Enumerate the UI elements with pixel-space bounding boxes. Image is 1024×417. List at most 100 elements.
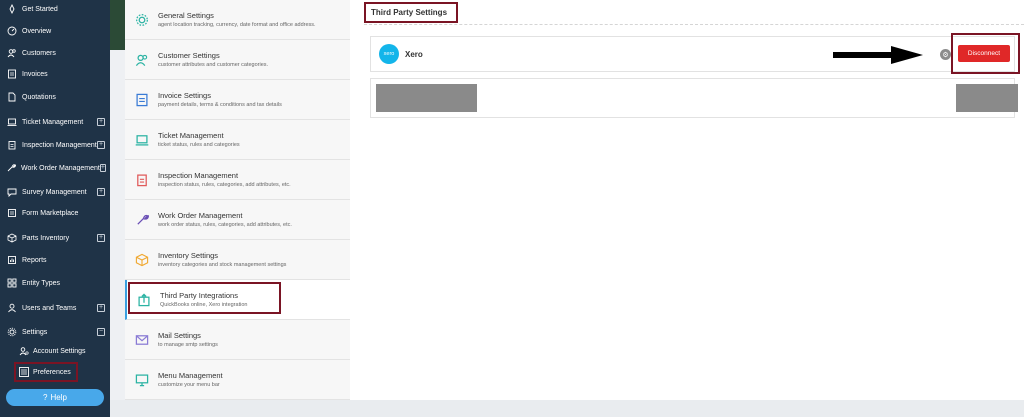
settings-item-inspection-management[interactable]: Inspection Management inspection status, … (125, 160, 350, 200)
sidebar-item-label: Invoices (22, 70, 48, 78)
sidebar-item-label: Customers (22, 49, 56, 57)
sidebar-item-reports[interactable]: Reports (0, 251, 110, 269)
quote-icon (6, 92, 17, 103)
settings-item-title: Inventory Settings (158, 251, 219, 260)
expand-icon[interactable]: + (97, 141, 105, 149)
sidebar-item-label: Work Order Management (21, 164, 100, 172)
sidebar-item-label: Reports (22, 256, 47, 264)
main-sidebar: Get Started Overview Customers Invoices Quot… (0, 0, 110, 417)
page-title: Third Party Settings (364, 2, 458, 23)
settings-item-inventory-settings[interactable]: Inventory Settings inventory categories a… (125, 240, 350, 280)
settings-item-title: Work Order Management (158, 211, 243, 220)
monitor-icon (135, 373, 149, 387)
sidebar-subitem-label: Account Settings (33, 347, 86, 355)
highlight-third-party-integrations (128, 282, 281, 314)
arrow-right-icon (833, 46, 923, 64)
grid-icon (6, 278, 17, 289)
settings-item-title: Inspection Management (158, 171, 239, 180)
gear-icon (6, 327, 17, 338)
sidebar-item-form-marketplace[interactable]: Form Marketplace (0, 204, 110, 222)
sidebar-item-survey-management[interactable]: Survey Management + (0, 183, 110, 201)
settings-item-menu-management[interactable]: Menu Management customize your menu bar (125, 360, 350, 400)
expand-icon[interactable]: + (97, 304, 105, 312)
settings-item-mail-settings[interactable]: Mail Settings to manage smtp settings (125, 320, 350, 360)
settings-item-invoice-settings[interactable]: Invoice Settings payment details, terms &… (125, 80, 350, 120)
box-icon (6, 233, 17, 244)
expand-icon[interactable]: + (99, 164, 106, 172)
sidebar-item-label: Users and Teams (22, 304, 77, 312)
sidebar-item-label: Settings (22, 328, 48, 336)
settings-item-title: Invoice Settings (158, 91, 211, 100)
sidebar-item-label: Overview (22, 27, 52, 35)
chart-icon (6, 255, 17, 266)
clipboard-icon (135, 173, 149, 187)
settings-item-general-settings[interactable]: General Settings agent location tracking,… (125, 0, 350, 40)
disconnect-button[interactable]: Disconnect (958, 45, 1010, 62)
sidebar-item-ticket-management[interactable]: Ticket Management + (0, 113, 110, 131)
expand-icon[interactable]: + (97, 188, 105, 196)
sidebar-item-overview[interactable]: Overview (0, 22, 110, 40)
sidebar-item-invoices[interactable]: Invoices (0, 65, 110, 83)
chat-icon (6, 187, 17, 198)
sidebar-item-label: Entity Types (22, 279, 61, 287)
dashboard-icon (6, 26, 17, 37)
third-party-settings-panel: Third Party Settings xero Xero ⚙ Disconn… (350, 0, 1024, 400)
help-label: Help (50, 393, 67, 402)
sidebar-item-label: Inspection Management (22, 141, 97, 149)
user-icon (6, 303, 17, 314)
rocket-icon (6, 4, 17, 15)
wrench-icon (135, 213, 149, 227)
integration-name: Xero (405, 49, 423, 59)
sidebar-edge-strip (110, 0, 125, 50)
xero-logo-icon: xero (379, 44, 399, 64)
gear-icon (135, 13, 149, 27)
invoice-icon (135, 93, 149, 107)
highlight-preferences (14, 362, 78, 382)
sidebar-item-label: Parts Inventory (22, 234, 70, 242)
users-icon (135, 53, 149, 67)
settings-item-description: work order status, rules, categories, ad… (158, 222, 292, 228)
sidebar-item-label: Ticket Management (22, 118, 84, 126)
sidebar-item-inspection-management[interactable]: Inspection Management + (0, 136, 110, 154)
settings-item-description: agent location tracking, currency, date … (158, 22, 316, 28)
expand-icon[interactable]: + (97, 118, 105, 126)
sidebar-item-parts-inventory[interactable]: Parts Inventory + (0, 229, 110, 247)
expand-icon[interactable]: + (97, 234, 105, 242)
box-icon (135, 253, 149, 267)
redacted-integration-row (370, 78, 1018, 118)
title-divider (364, 24, 1024, 25)
sidebar-item-label: Form Marketplace (22, 209, 79, 217)
sidebar-item-work-order-management[interactable]: Work Order Management + (0, 159, 110, 177)
collapse-icon[interactable]: − (97, 328, 105, 336)
help-button[interactable]: ? Help (6, 389, 104, 406)
sidebar-item-quotations[interactable]: Quotations (0, 88, 110, 106)
settings-item-description: customize your menu bar (158, 382, 220, 388)
clipboard-icon (6, 140, 17, 151)
sidebar-item-settings[interactable]: Settings − (0, 323, 110, 341)
settings-item-description: customer attributes and customer categor… (158, 62, 269, 68)
xero-integration-row: xero Xero ⚙ Disconnect (370, 33, 1020, 74)
settings-item-description: payment details, terms & conditions and … (158, 102, 282, 108)
sidebar-item-get-started[interactable]: Get Started (0, 0, 110, 18)
form-icon (6, 208, 17, 219)
users-icon (6, 48, 17, 59)
settings-item-work-order-management[interactable]: Work Order Management work order status, … (125, 200, 350, 240)
settings-list-panel: General Settings agent location tracking,… (125, 0, 350, 400)
sidebar-item-customers[interactable]: Customers (0, 44, 110, 62)
account-icon (18, 346, 29, 357)
integration-settings-icon[interactable]: ⚙ (940, 49, 951, 60)
sidebar-subitem-account-settings[interactable]: Account Settings (0, 342, 110, 360)
settings-item-description: inspection status, rules, categories, ad… (158, 182, 291, 188)
settings-item-description: inventory categories and stock managemen… (158, 262, 287, 268)
help-icon: ? (43, 393, 48, 402)
settings-item-ticket-management[interactable]: Ticket Management ticket status, rules an… (125, 120, 350, 160)
sidebar-item-users-and-teams[interactable]: Users and Teams + (0, 299, 110, 317)
sidebar-item-label: Survey Management (22, 188, 87, 196)
sidebar-item-label: Quotations (22, 93, 56, 101)
settings-item-title: General Settings (158, 11, 214, 20)
settings-item-description: to manage smtp settings (158, 342, 218, 348)
settings-item-title: Ticket Management (158, 131, 224, 140)
sidebar-item-entity-types[interactable]: Entity Types (0, 274, 110, 292)
settings-item-customer-settings[interactable]: Customer Settings customer attributes and… (125, 40, 350, 80)
footer-bar (110, 400, 1024, 417)
